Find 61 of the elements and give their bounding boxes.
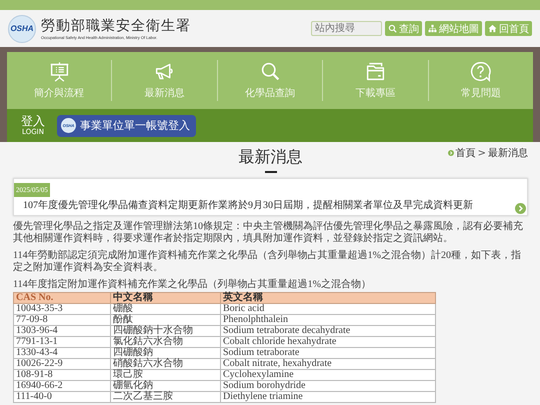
table-cell: Sodium borohydride (220, 380, 436, 392)
home-button[interactable]: 回首頁 (485, 21, 532, 36)
sitemap-button[interactable]: 網站地圖 (425, 21, 482, 36)
body-paragraph: 優先管理化學品之指定及運作管理辦法第10條規定：中央主管機關為評估優先管理化學品之暴露風險，認有必要補充其他相關運作資料時，得要求運作者於指定期限內，填具附加運作資料，並登錄於指定之資訊網站。 (13, 221, 524, 245)
table-cell: 10026-22-9 (14, 358, 110, 370)
site-title: 勞動部職業安全衛生署 (41, 17, 191, 35)
table-cell: Boric acid (220, 304, 436, 314)
table-cell: Sodium tetraborate decahydrate (220, 326, 436, 336)
menu-item[interactable]: 化學品查詢 (216, 60, 322, 101)
chevron-circle-icon[interactable] (515, 203, 526, 214)
menu-item[interactable]: 下載專區 (322, 60, 428, 101)
presentation-board-icon (48, 61, 70, 82)
menu-item[interactable]: 最新消息 (111, 60, 217, 101)
column-header: 中文名稱 (110, 292, 220, 304)
search-field[interactable]: 站內搜尋 (311, 21, 382, 36)
column-header: CAS No. (14, 292, 110, 304)
folder-icon (364, 61, 386, 82)
osha-logo[interactable]: OSHA (8, 14, 36, 42)
breadcrumb-link[interactable]: 最新消息 (488, 146, 528, 160)
table-cell: 108-91-8 (14, 370, 110, 380)
title-underline (264, 171, 276, 173)
table-cell: 77-09-8 (14, 314, 110, 326)
table-cell: 四硼酸鈉 (110, 348, 220, 358)
magnifier-icon (260, 61, 281, 82)
page-title: 最新消息 (238, 146, 302, 168)
table-cell: 111-40-0 (14, 392, 110, 402)
question-bubble-icon (470, 61, 492, 82)
sitemap-icon (428, 24, 437, 33)
table-cell: 四硼酸鈉十水合物 (110, 326, 220, 336)
table-cell: Sodium tetraborate (220, 348, 436, 358)
breadcrumb-separator: > (478, 148, 486, 158)
table-cell: Phenolphthalein (220, 314, 436, 326)
table-cell: 7791-13-1 (14, 336, 110, 348)
table-cell: Cobalt nitrate, hexahydrate (220, 358, 436, 370)
table-caption: 114年度指定附加運作資料補充作業之化學品（列舉物占其重量超過1%之混合物） (13, 279, 372, 291)
table-cell: 1330-43-4 (14, 348, 110, 358)
table-cell: 氯化鈷六水合物 (110, 336, 220, 348)
table-cell: 硼酸 (110, 304, 220, 314)
login-heading: 登入 (21, 115, 45, 128)
menu-item[interactable]: 簡介與流程 (7, 60, 112, 101)
chevron-circle-icon (448, 150, 454, 156)
megaphone-icon (154, 61, 176, 82)
table-cell: 環己胺 (110, 370, 220, 380)
search-icon (388, 24, 397, 33)
table-cell: Cyclohexylamine (220, 370, 436, 380)
table-cell: 二次乙基三胺 (110, 392, 220, 402)
table-cell: 硼氫化鈉 (110, 380, 220, 392)
body-paragraph: 114年勞動部認定須完成附加運作資料補充作業之化學品（含列舉物占其重量超過1%之混合物）計20種，如下表，指定之附加運作資料為安全資料表。 (13, 250, 522, 274)
table-cell: 10043-35-3 (14, 304, 110, 314)
search-button[interactable]: 查詢 (385, 21, 422, 36)
column-header: 英文名稱 (220, 292, 436, 304)
news-title: 107年度優先管理化學品備查資料定期更新作業將於9月30日屆期，提醒相關業者單位及早完成資料更新 (23, 198, 473, 212)
table-cell: Diethylene triamine (220, 392, 436, 402)
table-cell: 16940-66-2 (14, 380, 110, 392)
menu-item[interactable]: 常見問題 (428, 60, 534, 101)
table-cell: 1303-96-4 (14, 326, 110, 336)
table-cell: 硝酸鈷六水合物 (110, 358, 220, 370)
home-icon (488, 24, 497, 33)
table-cell: Cobalt chloride hexahydrate (220, 336, 436, 348)
table-cell: 酚酞 (110, 314, 220, 326)
breadcrumb-link[interactable]: 首頁 (456, 146, 476, 160)
